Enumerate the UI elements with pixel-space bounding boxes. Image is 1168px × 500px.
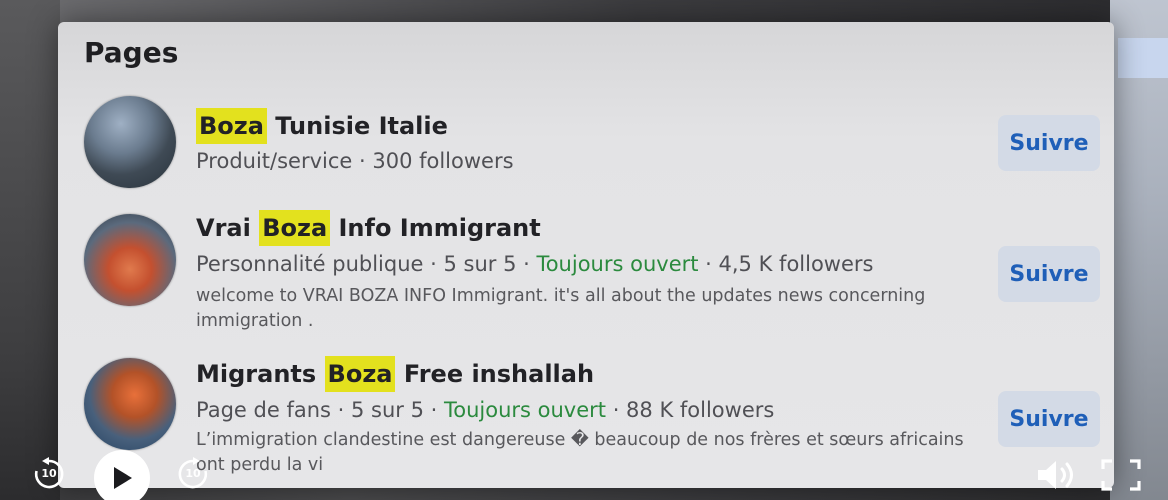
- meta-suffix: · 4,5 K followers: [698, 252, 874, 276]
- forward-button[interactable]: 10: [176, 457, 210, 491]
- page-description: welcome to VRAI BOZA INFO Immigrant. it'…: [196, 286, 926, 331]
- follow-button[interactable]: Suivre: [998, 115, 1100, 171]
- name-suffix: Tunisie Italie: [266, 112, 448, 140]
- page-meta: Produit/service · 300 followers: [196, 149, 514, 173]
- volume-icon: [1038, 461, 1073, 489]
- status-open: Toujours ouvert: [443, 398, 607, 422]
- play-button[interactable]: [94, 450, 150, 500]
- name-highlight: Boza: [324, 356, 396, 392]
- page-name[interactable]: Migrants Boza Free inshallah: [196, 356, 595, 392]
- status-open: Toujours ouvert: [536, 252, 699, 276]
- name-highlight: Boza: [196, 108, 267, 144]
- video-frame: Pages Boza Tunisie Italie Produit/servic…: [0, 0, 1168, 500]
- video-player-controls: 10 10: [0, 440, 1168, 500]
- follow-button[interactable]: Suivre: [998, 391, 1100, 447]
- rewind-button[interactable]: 10: [32, 457, 66, 491]
- panel-title: Pages: [84, 36, 179, 69]
- meta-prefix: Page de fans · 5 sur 5 ·: [196, 398, 444, 422]
- pages-results-panel: Pages Boza Tunisie Italie Produit/servic…: [58, 22, 1114, 488]
- page-meta: Personnalité publique · 5 sur 5 · Toujou…: [196, 252, 873, 276]
- page-name[interactable]: Boza Tunisie Italie: [196, 108, 448, 144]
- rewind-seconds: 10: [41, 467, 57, 480]
- volume-button[interactable]: [1034, 458, 1080, 492]
- meta-prefix: Produit/service · 300 followers: [196, 149, 514, 173]
- meta-suffix: · 88 K followers: [606, 398, 775, 422]
- meta-prefix: Personnalité publique · 5 sur 5 ·: [196, 252, 537, 276]
- page-avatar[interactable]: [84, 96, 176, 188]
- name-prefix: Vrai: [196, 214, 260, 242]
- forward-seconds: 10: [185, 467, 201, 480]
- name-suffix: Free inshallah: [395, 360, 595, 388]
- name-prefix: Migrants: [196, 360, 325, 388]
- follow-button[interactable]: Suivre: [998, 246, 1100, 302]
- play-icon: [114, 467, 132, 489]
- background-left: [0, 0, 60, 500]
- name-suffix: Info Immigrant: [330, 214, 541, 242]
- page-avatar[interactable]: [84, 214, 176, 306]
- fullscreen-icon: [1101, 459, 1141, 491]
- page-name[interactable]: Vrai Boza Info Immigrant: [196, 210, 541, 246]
- name-highlight: Boza: [259, 210, 331, 246]
- page-avatar[interactable]: [84, 358, 176, 450]
- background-right-band: [1118, 38, 1168, 78]
- fullscreen-button[interactable]: [1100, 458, 1142, 492]
- page-meta: Page de fans · 5 sur 5 · Toujours ouvert…: [196, 398, 774, 422]
